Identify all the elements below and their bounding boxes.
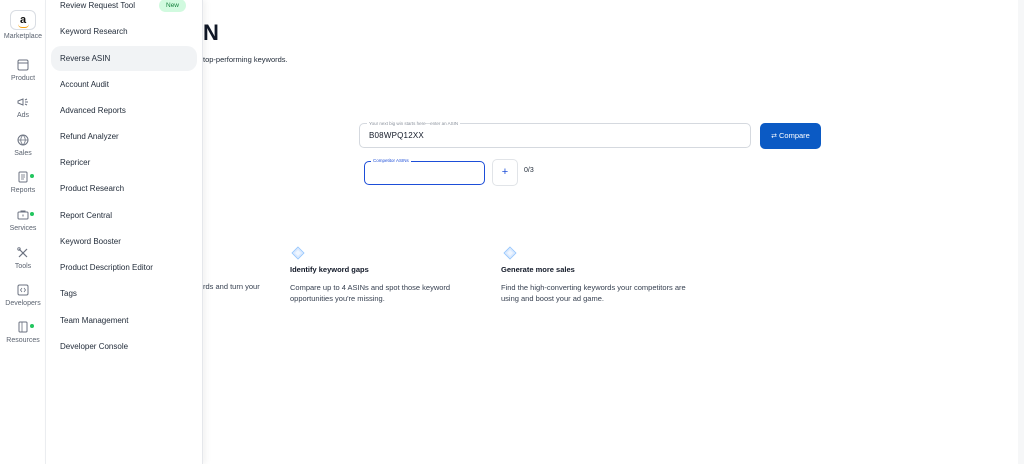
menu-item-label: Refund Analyzer (60, 132, 119, 141)
menu-item-label: Developer Console (60, 342, 129, 351)
rail-item-resources[interactable]: Resources (0, 320, 46, 344)
rail-label-marketplace: Marketplace (3, 33, 43, 40)
competitor-asins-input[interactable]: Competitor ASINs (364, 158, 485, 185)
rail-item-reports[interactable]: Reports (0, 170, 46, 194)
rail-label-services: Services (9, 225, 37, 232)
menu-item-label: Product Description Editor (60, 263, 153, 272)
feature-desc-fragment: rds and turn your (203, 282, 260, 291)
tools-flyout-menu: Review Request Tool New Keyword Research… (46, 0, 203, 464)
diamond-icon (503, 246, 517, 260)
menu-item-keyword-booster[interactable]: Keyword Booster (51, 229, 197, 254)
menu-item-reverse-asin[interactable]: Reverse ASIN (51, 46, 197, 71)
rail-label-reports: Reports (10, 187, 36, 194)
briefcase-icon (17, 210, 29, 220)
menu-item-label: Review Request Tool (60, 1, 136, 10)
rail-item-product[interactable]: Product (0, 58, 46, 82)
product-box-icon (17, 59, 29, 71)
menu-item-label: Repricer (60, 158, 91, 167)
book-icon (18, 321, 28, 333)
rail-label-tools: Tools (14, 263, 32, 270)
menu-item-label: Keyword Research (60, 27, 128, 36)
rail-label-product: Product (10, 75, 36, 82)
status-dot (30, 174, 34, 178)
menu-item-label: Tags (60, 289, 77, 298)
asin-input[interactable]: Your next big win starts here—enter an A… (359, 121, 751, 148)
menu-item-label: Account Audit (60, 80, 109, 89)
rail-item-ads[interactable]: Ads (0, 95, 46, 119)
rail-item-developers[interactable]: Developers (0, 283, 46, 307)
status-dot (30, 212, 34, 216)
icon-rail: a Marketplace Product Ads Sales Reports … (0, 0, 46, 464)
menu-item-review-request-tool[interactable]: Review Request Tool New (51, 0, 197, 18)
menu-item-label: Product Research (60, 184, 125, 193)
add-competitor-button[interactable]: + (492, 159, 518, 186)
asin-input-value: B08WPQ12XX (369, 131, 424, 140)
menu-item-keyword-research[interactable]: Keyword Research (51, 19, 197, 44)
rail-item-services[interactable]: Services (0, 208, 46, 232)
tools-icon (17, 247, 28, 258)
swap-arrows-icon: ⇄ (771, 133, 777, 140)
rail-item-tools[interactable]: Tools (0, 246, 46, 270)
menu-item-product-description-editor[interactable]: Product Description Editor (51, 255, 197, 280)
rail-label-resources: Resources (6, 337, 40, 344)
feature-title: Generate more sales (501, 265, 575, 274)
code-icon (17, 284, 29, 296)
status-dot (30, 324, 34, 328)
diamond-icon (291, 246, 305, 260)
menu-item-label: Advanced Reports (60, 106, 126, 115)
page-subtitle: top-performing keywords. (203, 55, 288, 64)
menu-item-product-research[interactable]: Product Research (51, 176, 197, 201)
menu-item-developer-console[interactable]: Developer Console (51, 334, 197, 359)
menu-item-label: Reverse ASIN (60, 54, 111, 63)
competitor-count: 0/3 (524, 167, 534, 174)
compare-button[interactable]: ⇄ Compare (760, 123, 821, 149)
menu-item-label: Keyword Booster (60, 237, 121, 246)
rail-label-ads: Ads (16, 112, 30, 119)
asin-input-label: Your next big win starts here—enter an A… (367, 121, 461, 126)
compare-button-label: Compare (779, 131, 810, 140)
menu-item-refund-analyzer[interactable]: Refund Analyzer (51, 124, 197, 149)
new-badge: New (159, 0, 187, 12)
menu-item-advanced-reports[interactable]: Advanced Reports (51, 98, 197, 123)
feature-description: Find the high-converting keywords your c… (501, 283, 686, 303)
rail-label-developers: Developers (5, 300, 41, 307)
page-title: N (203, 20, 219, 45)
megaphone-icon (17, 98, 28, 106)
rail-item-marketplace[interactable]: a Marketplace (0, 10, 46, 40)
document-icon (18, 171, 28, 183)
menu-item-label: Report Central (60, 211, 113, 220)
menu-item-repricer[interactable]: Repricer (51, 150, 197, 175)
page-scrollbar[interactable] (1018, 0, 1024, 464)
menu-item-report-central[interactable]: Report Central (51, 203, 197, 228)
feature-title: Identify keyword gaps (290, 265, 369, 274)
menu-item-tags[interactable]: Tags (51, 281, 197, 306)
menu-item-team-management[interactable]: Team Management (51, 308, 197, 333)
rail-item-sales[interactable]: Sales (0, 133, 46, 157)
menu-item-label: Team Management (60, 316, 129, 325)
globe-icon (17, 134, 29, 146)
competitor-asins-label: Competitor ASINs (371, 158, 411, 163)
feature-description: Compare up to 4 ASINs and spot those key… (290, 283, 451, 303)
menu-item-account-audit[interactable]: Account Audit (51, 72, 197, 97)
rail-label-sales: Sales (14, 150, 32, 157)
amazon-logo-icon: a (10, 10, 36, 30)
